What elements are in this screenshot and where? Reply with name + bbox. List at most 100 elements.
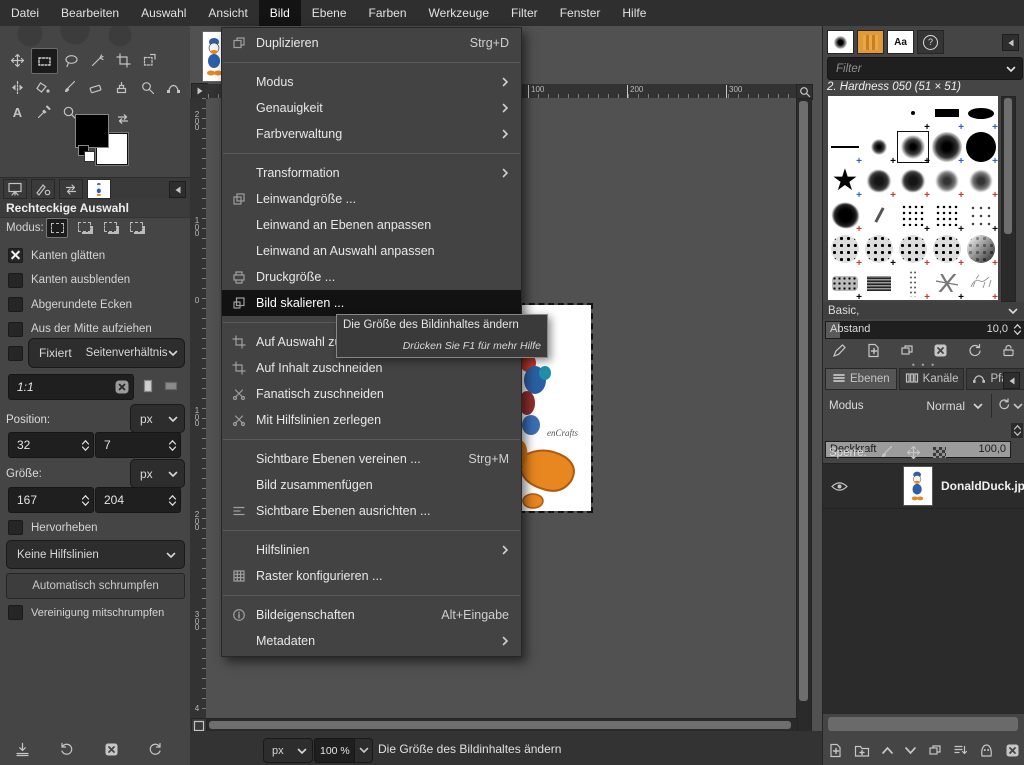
canvas-vscrollbar[interactable]	[796, 98, 812, 746]
selection-mode-add-button[interactable]	[74, 218, 94, 236]
menu-item-druckgröße[interactable]: Druckgröße ...	[222, 264, 521, 290]
brush-cell[interactable]: +	[964, 266, 998, 300]
size-width-field[interactable]: 167	[8, 487, 94, 513]
aspect-ratio-input[interactable]: 1:1	[8, 374, 134, 400]
tab-kanaele[interactable]: Kanäle	[899, 368, 965, 390]
highlight-checkbox[interactable]	[8, 520, 23, 535]
checkbox[interactable]	[8, 248, 23, 263]
brush-cell-selected[interactable]: +	[896, 130, 930, 164]
text-tool-tool-button[interactable]: A	[5, 100, 30, 124]
menu-item-farbverwaltung[interactable]: Farbverwaltung	[222, 121, 521, 147]
brush-cell[interactable]: +	[896, 164, 930, 198]
brush-cell[interactable]: +	[862, 130, 896, 164]
selection-mode-subtract-button[interactable]	[100, 218, 120, 236]
brush-cell[interactable]: +	[964, 198, 998, 232]
layer-folder-new-button[interactable]	[854, 743, 870, 758]
clone-tool-button[interactable]	[109, 75, 134, 99]
fixed-dropdown[interactable]: Fixiert Seitenverhältnis	[28, 338, 185, 368]
layer-doc-new-button[interactable]	[828, 743, 843, 758]
position-y-field[interactable]: 7	[95, 432, 181, 458]
brush-group-dropdown[interactable]: Basic,	[823, 302, 1024, 319]
brush-cell[interactable]	[862, 266, 896, 300]
menubar-item-ebene[interactable]: Ebene	[301, 0, 358, 26]
checkbox[interactable]	[8, 322, 23, 337]
collapse-layer-dock-button[interactable]	[1003, 372, 1020, 389]
menu-item-raster-konfigurieren[interactable]: Raster konfigurieren ...	[222, 563, 521, 589]
size-unit-dropdown[interactable]: px	[130, 459, 185, 488]
brush-cell[interactable]: ★+	[828, 164, 862, 198]
brush-cell[interactable]: +	[964, 96, 998, 130]
statusbar-unit-dropdown[interactable]: px	[263, 738, 313, 763]
color-picker-tool-button[interactable]	[31, 100, 56, 124]
paths-tool-button[interactable]	[161, 75, 186, 99]
spinner-icon[interactable]	[168, 439, 177, 452]
tool-options-undo-button[interactable]	[59, 742, 74, 756]
layer-visibility-eye-icon[interactable]	[823, 481, 856, 492]
menu-item-leinwandgröße[interactable]: Leinwandgröße ...	[222, 186, 521, 212]
spinner-icon[interactable]	[81, 439, 90, 452]
brush-doc-new-button[interactable]	[866, 343, 881, 358]
fonts-tab[interactable]: Aa	[887, 30, 914, 54]
menu-item-leinwand-an-ebenen-anpassen[interactable]: Leinwand an Ebenen anpassen	[222, 212, 521, 238]
brush-cell[interactable]: +	[930, 266, 964, 300]
brush-spacing-slider[interactable]: Abstand 10,0	[825, 321, 1024, 339]
menubar-item-farben[interactable]: Farben	[358, 0, 418, 26]
statusbar-zoom-dropdown[interactable]	[354, 738, 373, 763]
layer-name[interactable]: DonaldDuck.jp	[941, 479, 1024, 493]
spinner-icon[interactable]	[81, 494, 90, 507]
menubar-item-filter[interactable]: Filter	[500, 0, 549, 26]
tool-options-tab[interactable]	[3, 179, 27, 199]
bucket-fill-tool-button[interactable]	[31, 75, 56, 99]
free-select-tool-button[interactable]	[59, 48, 84, 72]
swap-colors-icon[interactable]	[116, 113, 130, 128]
layer-row[interactable]: DonaldDuck.jp	[823, 464, 1024, 509]
brushes-tab[interactable]	[827, 30, 854, 54]
brush-cell[interactable]: +	[896, 232, 930, 266]
layer-duplicate-button[interactable]	[928, 743, 943, 758]
menubar-item-werkzeuge[interactable]: Werkzeuge	[418, 0, 500, 26]
layer-merge-down-button[interactable]	[953, 743, 968, 758]
brush-cell[interactable]	[828, 96, 862, 130]
brush-duplicate-button[interactable]	[900, 343, 915, 358]
brush-cell[interactable]: +	[828, 232, 862, 266]
autoshrink-button[interactable]: Automatisch schrumpfen	[6, 573, 185, 599]
menu-item-bild-zusammenfügen[interactable]: Bild zusammenfügen	[222, 472, 521, 498]
brush-pencil-edit-button[interactable]	[832, 343, 847, 358]
selection-mode-replace-button[interactable]	[46, 218, 68, 238]
menu-item-sichtbare-ebenen-vereinen[interactable]: Sichtbare Ebenen vereinen ...Strg+M	[222, 446, 521, 472]
tool-options-save-down-button[interactable]	[15, 742, 30, 757]
default-colors-icon-bg[interactable]	[84, 151, 95, 162]
brush-cell[interactable]: +	[930, 96, 964, 130]
checkbox[interactable]	[8, 297, 23, 312]
fuzzy-select-tool-button[interactable]	[85, 48, 110, 72]
eraser-tool-button[interactable]	[83, 75, 108, 99]
canvas-hscrollbar-thumb[interactable]	[209, 721, 791, 729]
collapse-dock-button[interactable]	[169, 181, 186, 198]
menu-item-mit-hilfslinien-zerlegen[interactable]: Mit Hilfslinien zerlegen	[222, 407, 521, 433]
spinner-icon[interactable]	[1013, 323, 1022, 339]
brush-refresh-button[interactable]	[967, 343, 982, 358]
fixed-checkbox[interactable]	[8, 346, 23, 361]
brush-lock-open-button[interactable]	[1001, 343, 1016, 358]
menu-item-genauigkeit[interactable]: Genauigkeit	[222, 95, 521, 121]
menubar-item-hilfe[interactable]: Hilfe	[611, 0, 657, 26]
lock-pixels-icon[interactable]	[879, 445, 894, 460]
guides-dropdown[interactable]: Keine Hilfslinien	[6, 540, 185, 569]
brush-cell[interactable]: +	[828, 266, 862, 300]
lock-alpha-icon[interactable]	[933, 447, 946, 458]
menubar-item-auswahl[interactable]: Auswahl	[130, 0, 197, 26]
brush-delete-x-button[interactable]	[933, 343, 948, 358]
size-height-field[interactable]: 204	[95, 487, 181, 513]
brush-cell[interactable]: +	[930, 164, 964, 198]
patterns-tab[interactable]	[857, 30, 884, 54]
statusbar-zoom-field[interactable]: 100 %	[314, 738, 356, 763]
collapse-brush-dock-button[interactable]	[1002, 34, 1019, 51]
menubar-item-ansicht[interactable]: Ansicht	[197, 0, 258, 26]
layer-list-hscrollbar[interactable]	[828, 717, 1018, 731]
spinner-icon[interactable]	[168, 494, 177, 507]
menu-item-bild-skalieren[interactable]: Bild skalieren ...	[222, 290, 521, 316]
opacity-spinner[interactable]	[1011, 423, 1023, 438]
menu-item-duplizieren[interactable]: DuplizierenStrg+D	[222, 30, 521, 56]
flip-tool-button[interactable]	[5, 75, 30, 99]
menu-item-fanatisch-zuschneiden[interactable]: Fanatisch zuschneiden	[222, 381, 521, 407]
